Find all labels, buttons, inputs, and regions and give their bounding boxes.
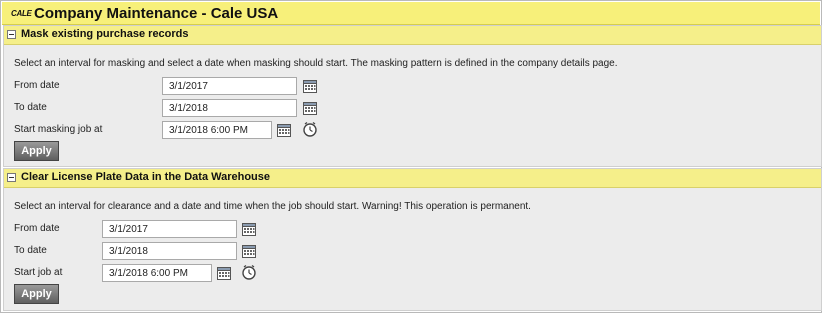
collapse-minus-icon[interactable] bbox=[7, 30, 16, 39]
mask-section-header[interactable]: Mask existing purchase records bbox=[4, 26, 821, 45]
clear-from-label: From date bbox=[14, 223, 60, 234]
clear-to-date-input[interactable] bbox=[102, 242, 237, 260]
calendar-icon[interactable] bbox=[302, 100, 318, 116]
clear-section-title: Clear License Plate Data in the Data War… bbox=[21, 171, 271, 183]
mask-section-title: Mask existing purchase records bbox=[21, 28, 189, 40]
mask-start-datetime-input[interactable] bbox=[162, 121, 272, 139]
app-window: CALE Company Maintenance - Cale USA Mask… bbox=[0, 0, 822, 313]
clear-start-datetime-input[interactable] bbox=[102, 264, 212, 282]
calendar-icon[interactable] bbox=[216, 265, 232, 281]
clear-description: Select an interval for clearance and a d… bbox=[14, 201, 531, 212]
title-bar: CALE Company Maintenance - Cale USA bbox=[2, 2, 820, 25]
page-title: Company Maintenance - Cale USA bbox=[34, 5, 279, 22]
mask-to-date-input[interactable] bbox=[162, 99, 297, 117]
cale-logo: CALE bbox=[11, 9, 32, 18]
clock-icon[interactable] bbox=[241, 264, 257, 280]
clear-to-label: To date bbox=[14, 245, 47, 256]
clear-section-header[interactable]: Clear License Plate Data in the Data War… bbox=[4, 169, 821, 188]
calendar-icon[interactable] bbox=[302, 78, 318, 94]
collapse-minus-icon[interactable] bbox=[7, 173, 16, 182]
mask-from-label: From date bbox=[14, 80, 60, 91]
clear-from-date-input[interactable] bbox=[102, 220, 237, 238]
mask-records-section: Mask existing purchase records Select an… bbox=[3, 25, 822, 167]
calendar-icon[interactable] bbox=[241, 221, 257, 237]
clock-icon[interactable] bbox=[302, 121, 318, 137]
mask-to-label: To date bbox=[14, 102, 47, 113]
mask-from-date-input[interactable] bbox=[162, 77, 297, 95]
calendar-icon[interactable] bbox=[241, 243, 257, 259]
clear-apply-button[interactable]: Apply bbox=[14, 284, 59, 304]
clear-start-label: Start job at bbox=[14, 267, 63, 278]
mask-apply-button[interactable]: Apply bbox=[14, 141, 59, 161]
mask-description: Select an interval for masking and selec… bbox=[14, 58, 618, 69]
mask-start-label: Start masking job at bbox=[14, 124, 103, 135]
calendar-icon[interactable] bbox=[276, 122, 292, 138]
clear-license-plate-section: Clear License Plate Data in the Data War… bbox=[3, 168, 822, 311]
